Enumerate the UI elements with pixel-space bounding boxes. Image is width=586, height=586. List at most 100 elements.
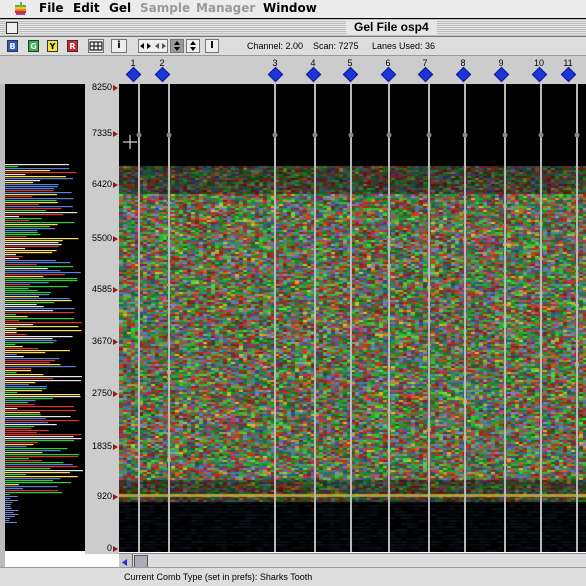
- trace-segment: [5, 400, 36, 402]
- lane-anchor-point[interactable]: [312, 132, 318, 138]
- trace-segment: [5, 476, 78, 478]
- trace-segment: [5, 450, 61, 452]
- trace-segment: [5, 414, 41, 416]
- horizontal-scrollbar[interactable]: [119, 553, 586, 568]
- lanes-used-readout: Lanes Used: 36: [372, 41, 436, 51]
- trace-segment: [5, 256, 23, 258]
- scan-tick-marker: [113, 546, 118, 552]
- window-title-bar[interactable]: Gel File osp4: [0, 19, 586, 37]
- scan-tick-marker: [113, 444, 118, 450]
- trace-segment: [5, 308, 75, 310]
- scan-readout: Scan: 7275: [313, 41, 359, 51]
- trace-segment: [5, 190, 54, 192]
- scan-tick-marker: [113, 131, 118, 137]
- lane-anchor-point[interactable]: [426, 132, 432, 138]
- trace-segment: [5, 220, 30, 222]
- horizontal-zoom-icon[interactable]: [138, 39, 168, 53]
- trace-segment: [5, 490, 59, 492]
- scan-tick-marker: [113, 182, 118, 188]
- vertical-zoom-out-icon[interactable]: [186, 39, 200, 53]
- trace-segment: [5, 418, 46, 420]
- trace-segment: [5, 500, 18, 501]
- trace-segment: [5, 472, 70, 474]
- lane-anchor-point[interactable]: [272, 132, 278, 138]
- trace-segment: [5, 266, 74, 268]
- trace-segment: [5, 306, 44, 308]
- trace-segment: [5, 422, 49, 424]
- trace-segment: [5, 424, 57, 426]
- trace-segment: [5, 264, 37, 266]
- lane-anchor-point[interactable]: [574, 132, 580, 138]
- scroll-left-arrow-icon[interactable]: [119, 554, 133, 567]
- scan-tick-label: 6420: [91, 179, 112, 189]
- scan-tick-label: 3670: [91, 336, 112, 346]
- trace-segment: [5, 446, 27, 448]
- trace-segment: [5, 212, 78, 214]
- lane-tracker-lines[interactable]: [119, 84, 586, 552]
- trace-segment: [5, 242, 59, 244]
- trace-segment: [5, 388, 47, 390]
- menu-sample: Sample: [140, 1, 191, 15]
- lane-anchor-point[interactable]: [136, 132, 142, 138]
- trace-segment: [5, 186, 58, 188]
- menu-window[interactable]: Window: [263, 1, 317, 15]
- red-channel-button[interactable]: R: [67, 40, 78, 52]
- trace-segment: [5, 286, 69, 288]
- info-icon[interactable]: i: [111, 39, 127, 53]
- menu-manager: Manager: [196, 1, 256, 15]
- window-title: Gel File osp4: [346, 20, 437, 35]
- grid-view-icon[interactable]: [88, 39, 104, 53]
- lane-anchor-point[interactable]: [386, 132, 392, 138]
- scan-tick-label: 0: [106, 543, 112, 553]
- trace-segment: [5, 232, 38, 234]
- trace-segment: [5, 484, 19, 486]
- trace-segment: [5, 226, 50, 228]
- trace-segment: [5, 514, 19, 515]
- trace-segment: [5, 436, 74, 438]
- trace-segment: [5, 166, 19, 168]
- trace-segment: [5, 426, 35, 428]
- trace-segment: [5, 358, 60, 360]
- vertical-zoom-in-icon[interactable]: [170, 39, 184, 53]
- menu-file[interactable]: File: [39, 1, 64, 15]
- menu-gel[interactable]: Gel: [109, 1, 131, 15]
- trace-segment: [5, 368, 32, 370]
- trace-segment: [5, 434, 82, 436]
- green-channel-button[interactable]: G: [28, 40, 39, 52]
- blue-channel-button[interactable]: B: [7, 40, 18, 52]
- trace-segment: [5, 236, 27, 238]
- close-box-icon[interactable]: [6, 22, 18, 34]
- lane-anchor-point[interactable]: [538, 132, 544, 138]
- trace-segment: [5, 332, 17, 334]
- trace-segment: [5, 504, 12, 505]
- trace-segment: [5, 366, 76, 368]
- trace-segment: [5, 494, 10, 495]
- trace-segment: [5, 350, 70, 352]
- text-cursor-icon[interactable]: I: [205, 39, 219, 53]
- trace-segment: [5, 444, 34, 446]
- lane-anchor-point[interactable]: [166, 132, 172, 138]
- channel-readout: Channel: 2.00: [247, 41, 304, 51]
- trace-segment: [5, 218, 42, 220]
- trace-segment: [5, 184, 59, 186]
- trace-segment: [5, 288, 29, 290]
- lane-anchor-point[interactable]: [502, 132, 508, 138]
- lane-anchor-point[interactable]: [348, 132, 354, 138]
- yellow-channel-button[interactable]: Y: [47, 40, 58, 52]
- trace-segment: [5, 230, 38, 232]
- gel-image[interactable]: [119, 84, 586, 552]
- trace-segment: [5, 488, 23, 490]
- apple-menu-icon[interactable]: [13, 2, 28, 16]
- trace-segment: [5, 178, 73, 180]
- trace-segment: [5, 352, 46, 354]
- menu-edit[interactable]: Edit: [73, 1, 100, 15]
- trace-segment: [5, 246, 59, 248]
- trace-segment: [5, 240, 63, 242]
- trace-segment: [5, 512, 14, 513]
- trace-segment: [5, 280, 78, 282]
- trace-segment: [5, 238, 79, 240]
- scan-tick-marker: [113, 391, 118, 397]
- trace-segment: [5, 202, 58, 204]
- lane-anchor-point[interactable]: [462, 132, 468, 138]
- trace-segment: [5, 520, 10, 521]
